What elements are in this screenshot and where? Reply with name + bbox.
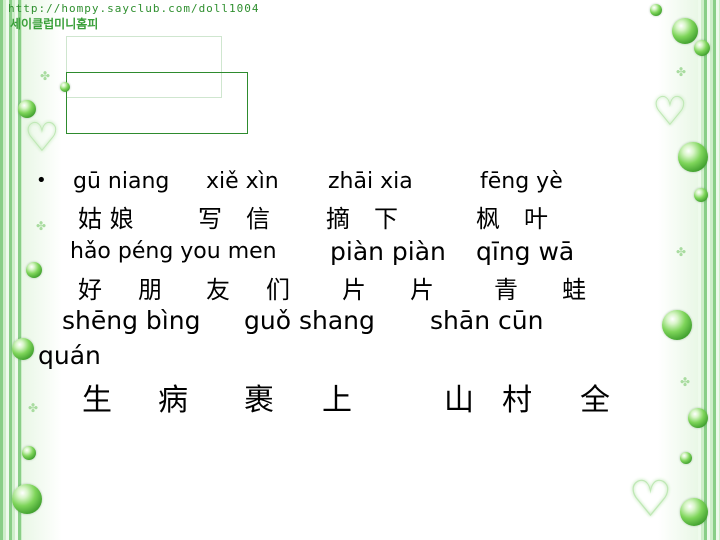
green-ball-icon — [662, 310, 692, 340]
clover-icon: ✤ — [676, 65, 687, 79]
decor-frame-dark — [66, 72, 248, 134]
clover-icon: ✤ — [40, 69, 51, 83]
hanzi-text: 病 — [158, 383, 188, 418]
pinyin-text: shēng bìng — [62, 306, 201, 335]
green-ball-icon — [694, 188, 708, 202]
hanzi-text: 朋 — [138, 276, 162, 304]
hanzi-text: 们 — [266, 276, 290, 304]
hanzi-text: 村 — [502, 383, 532, 418]
hanzi-text: 生 — [82, 383, 112, 418]
hanzi-text: 片 — [410, 276, 434, 304]
clover-icon: ✤ — [36, 219, 47, 233]
hanzi-text: 裹 — [244, 383, 274, 418]
pinyin-text: guǒ shang — [244, 306, 375, 335]
header-url: http://hompy.sayclub.com/doll1004 — [8, 2, 260, 15]
pinyin-text: shān cūn — [430, 306, 544, 335]
pinyin-text: qīng wā — [476, 237, 575, 266]
clover-icon: ✤ — [28, 401, 39, 415]
pinyin-text: piàn piàn — [330, 237, 446, 266]
pinyin-text: xiě xìn — [206, 169, 279, 194]
right-decor-stripe — [698, 0, 720, 540]
header-korean-logo: 세이클럽미니홈피 — [10, 17, 99, 31]
green-ball-icon — [680, 498, 708, 526]
pinyin-text: zhāi xia — [328, 169, 413, 194]
pinyin-text: hǎo péng you men — [70, 239, 277, 264]
green-ball-icon — [694, 40, 710, 56]
green-ball-icon — [672, 18, 698, 44]
green-ball-icon — [12, 338, 34, 360]
heart-icon: ♡ — [24, 115, 60, 161]
green-ball-icon — [26, 262, 42, 278]
green-ball-icon — [678, 142, 708, 172]
pinyin-text: quán — [38, 341, 101, 370]
hanzi-text: 好 — [78, 276, 102, 304]
pinyin-text: gū niang — [73, 169, 170, 194]
green-ball-icon — [22, 446, 36, 460]
hanzi-text: 片 — [342, 276, 366, 304]
hanzi-text: 山 — [444, 383, 474, 418]
green-ball-icon — [60, 82, 70, 92]
green-ball-icon — [688, 408, 708, 428]
hanzi-text: 青 — [494, 276, 518, 304]
left-decor-stripe — [0, 0, 22, 540]
pinyin-text: fēng yè — [480, 169, 563, 194]
green-ball-icon — [650, 4, 662, 16]
clover-icon: ✤ — [680, 375, 691, 389]
green-ball-icon — [680, 452, 692, 464]
hanzi-text: 写 信 — [198, 205, 270, 233]
clover-icon: ✤ — [676, 245, 687, 259]
bullet-icon: • — [36, 170, 47, 191]
hanzi-text: 枫 叶 — [476, 205, 548, 233]
green-ball-icon — [12, 484, 42, 514]
hanzi-text: 姑 娘 — [78, 205, 134, 233]
heart-icon: ♡ — [652, 89, 688, 135]
heart-icon: ♡ — [628, 470, 673, 528]
hanzi-text: 蛙 — [562, 276, 586, 304]
hanzi-text: 摘 下 — [326, 205, 398, 233]
hanzi-text: 上 — [322, 383, 352, 418]
hanzi-text: 友 — [206, 276, 230, 304]
right-fade — [658, 0, 698, 540]
hanzi-text: 全 — [580, 383, 610, 418]
